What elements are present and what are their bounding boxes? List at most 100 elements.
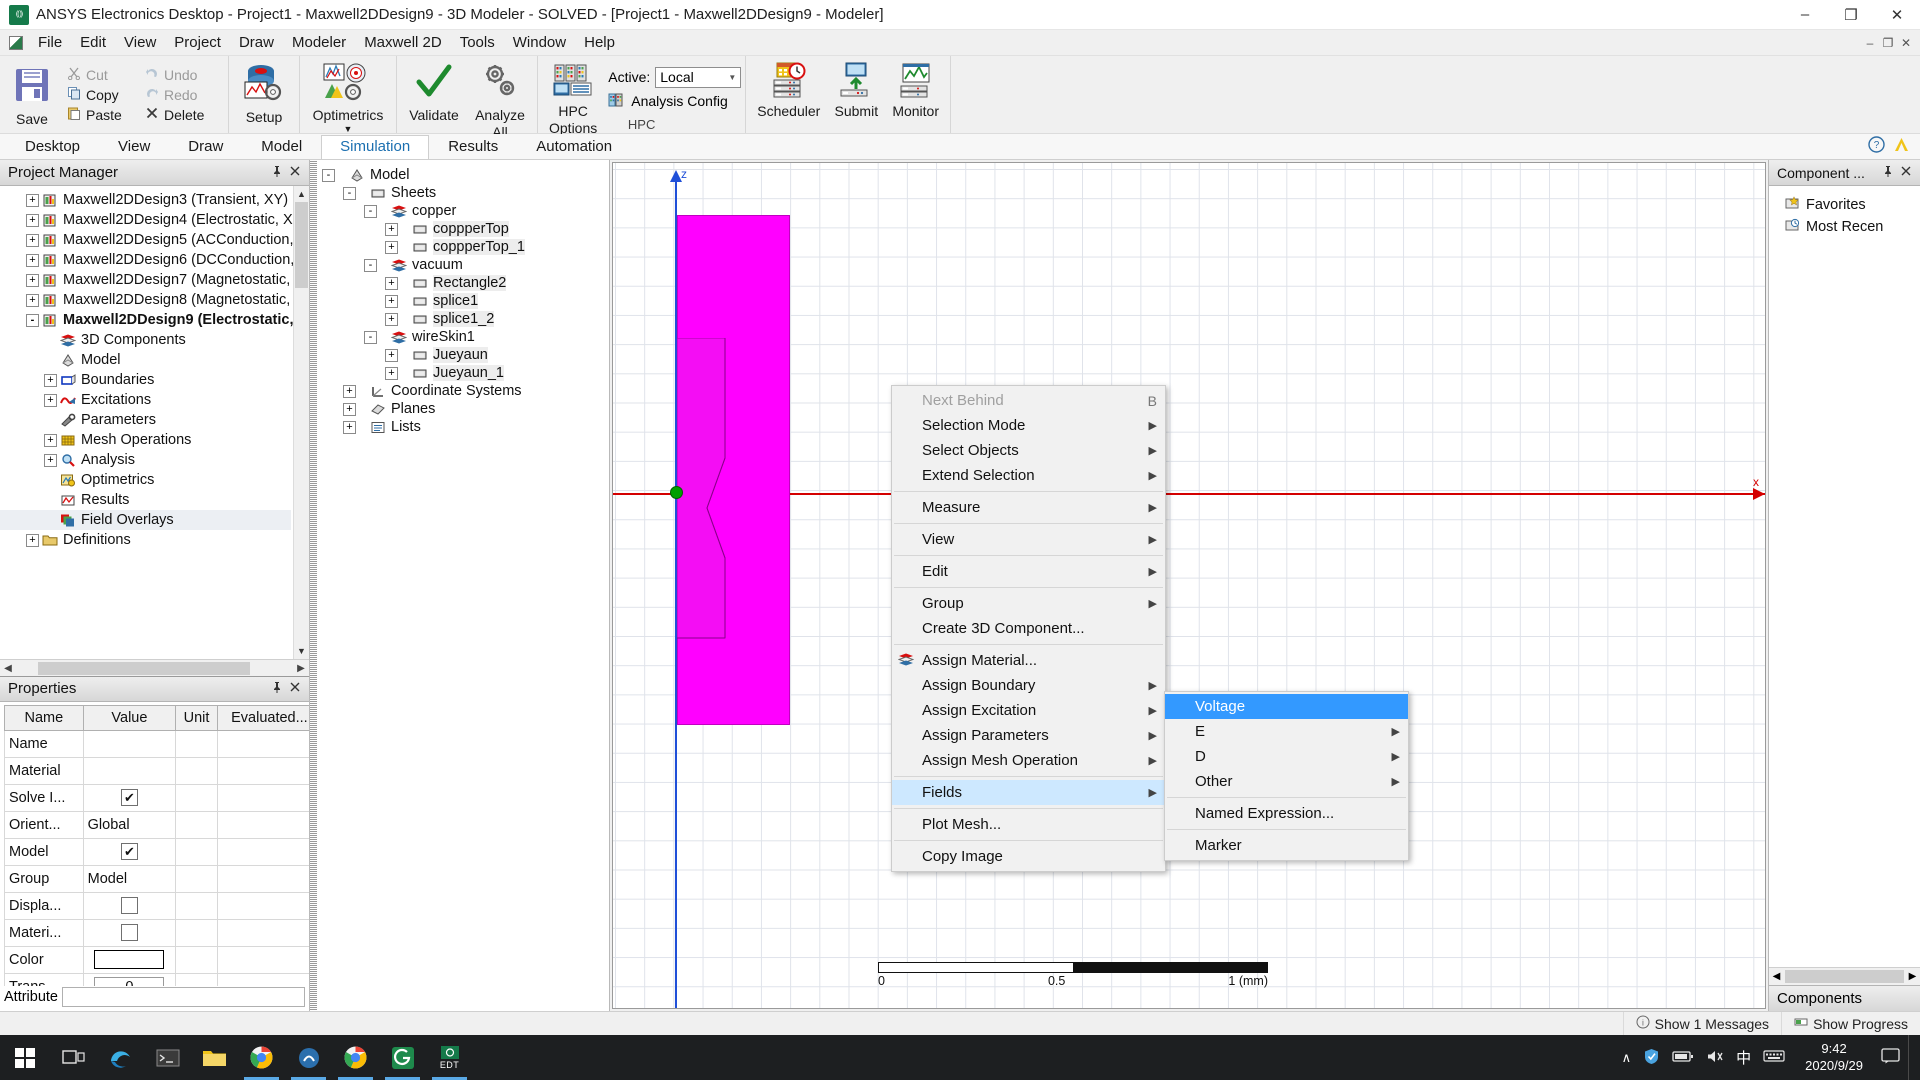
project-manager-tree[interactable]: + Maxwell2DDesign3 (Transient, XY) + Maxwel… <box>0 186 309 659</box>
menu-item-file[interactable]: File <box>29 31 71 54</box>
menu-item-named-expression[interactable]: Named Expression... <box>1165 801 1408 826</box>
undo-button[interactable]: Undo <box>140 65 220 84</box>
project-tree-node[interactable]: + Definitions <box>0 530 291 550</box>
chevron-down-icon[interactable]: ▼ <box>344 124 353 134</box>
checkbox-checked[interactable]: ✔ <box>120 843 138 861</box>
expand-icon[interactable]: + <box>44 393 57 407</box>
model-tree-node[interactable]: + Rectangle2 <box>322 274 609 292</box>
expand-icon[interactable]: + <box>44 373 57 387</box>
model-tree-node[interactable]: + Coordinate Systems <box>322 382 609 400</box>
checkbox-unchecked[interactable] <box>120 897 138 915</box>
property-value[interactable]: ✔ <box>82 783 177 812</box>
property-value[interactable] <box>82 891 177 920</box>
menu-item-view[interactable]: View ▶ <box>892 527 1165 552</box>
expand-icon[interactable]: + <box>385 222 398 236</box>
close-icon[interactable] <box>289 165 301 181</box>
property-value[interactable]: 0 <box>82 972 177 987</box>
collapse-icon[interactable]: - <box>364 204 377 218</box>
property-value[interactable]: Model <box>82 864 177 893</box>
monitor-button[interactable]: Monitor <box>885 58 946 131</box>
expand-icon[interactable]: + <box>343 384 356 398</box>
property-value[interactable]: Global <box>82 810 177 839</box>
menu-item-select-objects[interactable]: Select Objects ▶ <box>892 438 1165 463</box>
color-swatch[interactable] <box>94 950 165 970</box>
menu-item-copy-image[interactable]: Copy Image <box>892 844 1165 869</box>
pin-icon[interactable] <box>271 165 283 181</box>
windows-start-icon[interactable] <box>0 1035 50 1080</box>
project-tree-node[interactable]: Model <box>0 350 291 370</box>
tab-results[interactable]: Results <box>429 135 517 160</box>
properties-grid[interactable]: Name Value Unit Evaluated... Name Materia… <box>0 701 309 987</box>
optimetrics-button[interactable]: Optimetrics ▼ <box>304 58 392 134</box>
model-tree-node[interactable]: + Jueyaun <box>322 346 609 364</box>
expand-icon[interactable]: + <box>26 253 39 267</box>
properties-row[interactable]: Name <box>4 729 309 758</box>
collapse-icon[interactable]: - <box>26 313 39 327</box>
validate-button[interactable]: Validate <box>401 58 467 131</box>
security-shield-icon[interactable] <box>1643 1048 1660 1068</box>
collapse-icon[interactable]: - <box>343 186 356 200</box>
menu-item-e[interactable]: E ▶ <box>1165 719 1408 744</box>
expand-icon[interactable]: + <box>26 193 39 207</box>
battery-icon[interactable] <box>1672 1050 1694 1066</box>
tab-desktop[interactable]: Desktop <box>6 135 99 160</box>
project-tree-node[interactable]: + Boundaries <box>0 370 291 390</box>
chevron-left-icon[interactable]: ◀ <box>1769 971 1784 982</box>
menu-item-voltage[interactable]: Voltage <box>1165 694 1408 719</box>
model-tree-node[interactable]: + coppperTop_1 <box>322 238 609 256</box>
menu-item-tools[interactable]: Tools <box>451 31 504 54</box>
project-tree-node[interactable]: + Maxwell2DDesign6 (DCConduction, XY) <box>0 250 309 270</box>
project-tree-node[interactable]: 3D Components <box>0 330 291 350</box>
cut-button[interactable]: Cut <box>62 65 140 84</box>
taskbar-clock[interactable]: 9:42 2020/9/29 <box>1795 1041 1873 1074</box>
task-view-icon[interactable] <box>50 1035 97 1080</box>
show-messages-button[interactable]: i Show 1 Messages <box>1622 1012 1781 1035</box>
tray-chevron-up-icon[interactable]: ∧ <box>1622 1050 1632 1066</box>
chrome-colored-icon[interactable] <box>238 1035 285 1080</box>
property-value[interactable] <box>82 756 177 785</box>
expand-icon[interactable]: + <box>385 240 398 254</box>
chrome2-icon[interactable] <box>332 1035 379 1080</box>
menu-item-assign-boundary[interactable]: Assign Boundary ▶ <box>892 673 1165 698</box>
properties-row[interactable]: Trans... 0 <box>4 972 309 987</box>
close-icon[interactable] <box>1900 165 1912 181</box>
expand-icon[interactable]: + <box>26 533 39 547</box>
close-button[interactable]: ✕ <box>1874 0 1920 30</box>
model-tree-node[interactable]: - wireSkin1 <box>322 328 609 346</box>
menu-item-edit[interactable]: Edit <box>71 31 115 54</box>
model-tree-node[interactable]: - Sheets <box>322 184 609 202</box>
redo-button[interactable]: Redo <box>140 85 220 104</box>
properties-row[interactable]: Solve I... ✔ <box>4 783 309 812</box>
model-tree-node[interactable]: - copper <box>322 202 609 220</box>
menu-item-plot-mesh[interactable]: Plot Mesh... <box>892 812 1165 837</box>
expand-icon[interactable]: + <box>343 402 356 416</box>
menu-item-group[interactable]: Group ▶ <box>892 591 1165 616</box>
project-tree-hscrollbar[interactable]: ◀ ▶ <box>0 659 309 676</box>
project-tree-node[interactable]: + Excitations <box>0 390 291 410</box>
expand-icon[interactable]: + <box>26 213 39 227</box>
property-value[interactable] <box>82 945 177 974</box>
mdi-minimize-button[interactable]: – <box>1862 36 1878 50</box>
maximize-button[interactable]: ❐ <box>1828 0 1874 30</box>
model-tree-node[interactable]: + coppperTop <box>322 220 609 238</box>
menu-item-d[interactable]: D ▶ <box>1165 744 1408 769</box>
project-tree-node[interactable]: + Maxwell2DDesign7 (Magnetostatic, XY) <box>0 270 309 290</box>
submit-button[interactable]: Submit <box>827 58 885 131</box>
properties-row[interactable]: Displa... <box>4 891 309 920</box>
modeler-viewport[interactable]: z x 0 0.5 1 (mm) Next Behind B Selection… <box>612 162 1766 1009</box>
checkbox-unchecked[interactable] <box>120 924 138 942</box>
components-list[interactable]: Favorites Most Recen <box>1769 186 1920 967</box>
keyboard-icon[interactable] <box>1763 1049 1785 1066</box>
menu-item-project[interactable]: Project <box>165 31 230 54</box>
menu-item-selection-mode[interactable]: Selection Mode ▶ <box>892 413 1165 438</box>
properties-row[interactable]: Material <box>4 756 309 785</box>
expand-icon[interactable]: + <box>343 420 356 434</box>
pin-icon[interactable] <box>1882 165 1894 181</box>
property-value[interactable]: ✔ <box>82 837 177 866</box>
setup-button[interactable]: Setup <box>233 58 295 131</box>
menu-item-assign-parameters[interactable]: Assign Parameters ▶ <box>892 723 1165 748</box>
collapse-icon[interactable]: - <box>364 330 377 344</box>
project-tree-node[interactable]: + Maxwell2DDesign4 (Electrostatic, XY) <box>0 210 307 230</box>
terminal-icon[interactable] <box>144 1035 191 1080</box>
notification-icon[interactable] <box>1873 1047 1908 1068</box>
